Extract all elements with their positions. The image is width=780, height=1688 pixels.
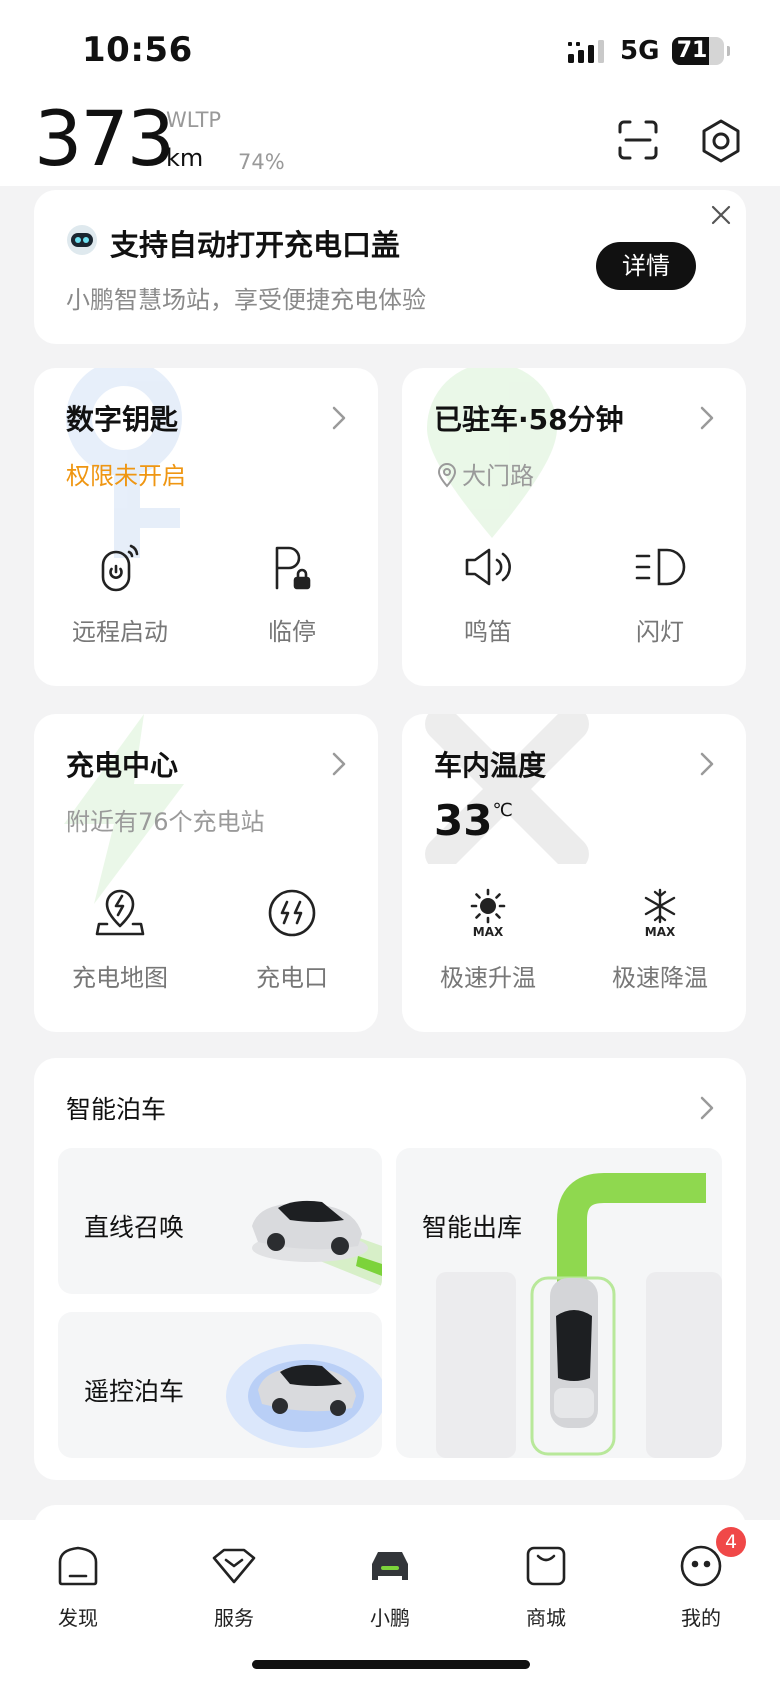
car-icon [372, 1552, 408, 1580]
svg-text:MAX: MAX [473, 925, 504, 939]
range-value: 373 [34, 94, 175, 183]
tab-store[interactable]: 商城 [491, 1542, 601, 1631]
digital-key-title: 数字钥匙 [66, 403, 179, 436]
digital-key-status: 权限未开启 [66, 462, 186, 490]
store-icon [526, 1546, 566, 1586]
service-icon [212, 1548, 256, 1584]
status-bar: 10:56 5G 71 [0, 0, 780, 100]
tab-service-label: 服务 [214, 1606, 254, 1630]
tab-xpeng[interactable]: 小鹏 [335, 1542, 445, 1631]
range-header: 373 WLTP km 74% [0, 96, 780, 186]
digital-key-card[interactable]: 数字钥匙 权限未开启 远程启动 临停 [34, 368, 378, 686]
charging-map-button[interactable]: 充电地图 [34, 886, 206, 993]
charging-center-card[interactable]: 充电中心 附近有76个充电站 充电地图 充电口 [34, 714, 378, 1032]
parked-status-card[interactable]: 已驻车·58分钟 大门路 鸣笛 闪灯 [402, 368, 746, 686]
horn-button[interactable]: 鸣笛 [402, 540, 574, 647]
smart-exit-option[interactable]: 智能出库 [396, 1148, 722, 1458]
network-type: 5G [620, 36, 660, 66]
flash-lights-label: 闪灯 [636, 618, 684, 646]
headlight-icon [635, 548, 686, 586]
cabin-temp-value: 33 [434, 796, 493, 845]
charging-port-icon [268, 889, 316, 937]
straight-summon-option[interactable]: 直线召唤 [58, 1148, 382, 1294]
smart-parking-title: 智能泊车 [66, 1095, 167, 1124]
rapid-cool-button[interactable]: MAX 极速降温 [574, 886, 746, 993]
charging-title: 充电中心 [66, 749, 179, 782]
location-watermark-icon [427, 368, 557, 538]
remote-start-button[interactable]: 远程启动 [34, 540, 206, 647]
location-pin-icon [437, 463, 457, 488]
rapid-heat-button[interactable]: MAX 极速升温 [402, 886, 574, 993]
charging-map-icon [95, 889, 145, 936]
battery-tip [727, 46, 730, 56]
tab-discover-label: 发现 [58, 1606, 98, 1630]
notice-title: 支持自动打开充电口盖 [110, 228, 401, 262]
tab-xpeng-label: 小鹏 [370, 1606, 410, 1630]
cool-max-icon: MAX [645, 888, 676, 939]
smart-parking-card: 智能泊车 直线召唤 遥控泊车 智能出库 [34, 1058, 746, 1480]
horn-icon [465, 548, 511, 586]
range-standard: WLTP [166, 108, 222, 132]
cabin-temp-readout: 33℃ [434, 796, 513, 845]
tab-store-label: 商城 [526, 1606, 566, 1630]
heat-max-icon: MAX [470, 888, 506, 939]
tab-profile-label: 我的 [681, 1606, 721, 1630]
parked-location-row: 大门路 [436, 456, 534, 491]
remote-start-label: 远程启动 [72, 618, 168, 646]
cabin-temp-unit: ℃ [492, 800, 513, 821]
charging-port-button[interactable]: 充电口 [206, 886, 378, 993]
battery-level: 71 [676, 38, 708, 63]
parked-location: 大门路 [462, 462, 534, 490]
battery-percent: 74% [238, 150, 285, 174]
remote-start-icon [101, 544, 139, 592]
rapid-heat-label: 极速升温 [440, 964, 536, 992]
tab-discover[interactable]: 发现 [23, 1542, 133, 1631]
charging-subtitle: 附近有76个充电站 [66, 808, 265, 836]
chevron-right-icon[interactable] [330, 750, 348, 778]
chevron-right-icon[interactable] [330, 404, 348, 432]
tab-profile[interactable]: 我的 [646, 1542, 756, 1631]
status-time: 10:56 [82, 30, 193, 70]
charge-port-notice[interactable]: 支持自动打开充电口盖 小鹏智慧场站，享受便捷充电体验 详情 [34, 190, 746, 344]
svg-text:MAX: MAX [645, 925, 676, 939]
temp-park-label: 临停 [268, 618, 316, 646]
settings-icon[interactable] [698, 118, 744, 164]
charging-port-label: 充电口 [256, 964, 328, 992]
summon-car-illustration [252, 1200, 382, 1286]
battery-icon: 71 [672, 37, 730, 65]
straight-summon-label: 直线召唤 [84, 1213, 185, 1242]
tab-service[interactable]: 服务 [179, 1542, 289, 1631]
rapid-cool-label: 极速降温 [612, 964, 708, 992]
notice-detail-button[interactable]: 详情 [596, 242, 696, 290]
remote-parking-illustration [226, 1344, 382, 1448]
chevron-right-icon[interactable] [698, 750, 716, 778]
smart-exit-illustration [436, 1173, 722, 1458]
cabin-temp-title: 车内温度 [434, 749, 547, 782]
cellular-signal-icon [568, 40, 604, 63]
close-icon[interactable] [708, 202, 734, 228]
cabin-temp-card[interactable]: 车内温度 33℃ MAX 极速升温 MAX 极速降温 [402, 714, 746, 1032]
charging-map-label: 充电地图 [72, 964, 168, 992]
discover-icon [58, 1546, 98, 1586]
remote-parking-option[interactable]: 遥控泊车 [58, 1312, 382, 1458]
chevron-right-icon[interactable] [698, 404, 716, 432]
scan-icon[interactable] [616, 118, 660, 162]
range-unit: km [166, 144, 204, 172]
robot-assistant-icon [67, 225, 97, 255]
home-indicator [252, 1660, 530, 1669]
parking-lock-icon [275, 546, 311, 590]
temp-park-button[interactable]: 临停 [206, 540, 378, 647]
notification-badge: 4 [716, 1527, 746, 1557]
horn-label: 鸣笛 [464, 618, 512, 646]
notice-subtitle: 小鹏智慧场站，享受便捷充电体验 [66, 286, 426, 314]
remote-parking-label: 遥控泊车 [84, 1377, 185, 1406]
flash-lights-button[interactable]: 闪灯 [574, 540, 746, 647]
parked-title: 已驻车·58分钟 [434, 403, 624, 436]
chevron-right-icon[interactable] [698, 1094, 716, 1122]
